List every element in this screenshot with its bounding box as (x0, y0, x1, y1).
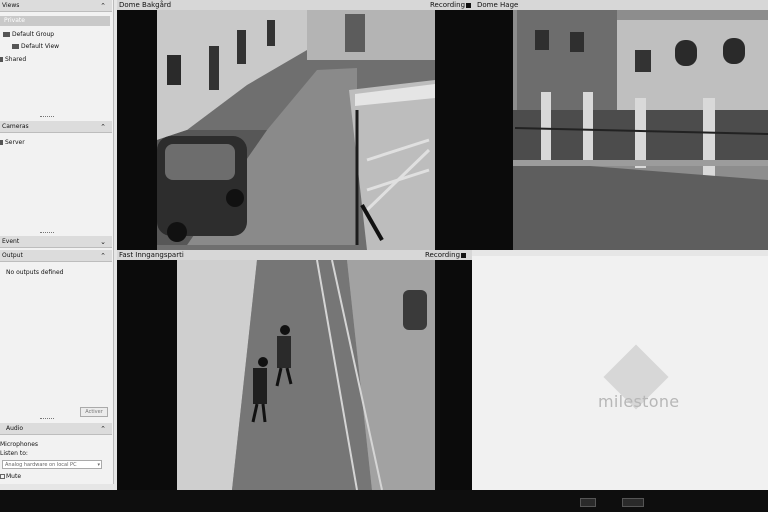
cameras-section-header[interactable]: Cameras ⌃ (0, 121, 112, 133)
tree-item-shared[interactable]: Shared (0, 55, 26, 65)
milestone-logo-text: milestone (598, 392, 680, 411)
tree-item-label: Default Group (12, 31, 55, 38)
event-header-label: Event (2, 238, 20, 245)
chevron-up-icon[interactable]: ⌃ (100, 250, 106, 262)
output-header-label: Output (2, 252, 23, 259)
views-section-header[interactable]: Views ⌃ (0, 0, 112, 12)
monitor-button[interactable] (580, 498, 596, 507)
surveillance-client-window: Views ⌃ Private Default Group Default Vi… (0, 0, 768, 490)
camera-title-bar: Dome Hage (475, 0, 768, 10)
view-icon (12, 44, 19, 49)
camera-pane-fast-inngangsparti[interactable]: Fast Inngangsparti Recording (117, 250, 472, 490)
camera-title-bar: Dome Bakgård (117, 0, 475, 10)
camera-title: Dome Bakgård (119, 1, 172, 9)
monitor-button[interactable] (622, 498, 644, 507)
event-section-header[interactable]: Event ⌄ (0, 236, 112, 248)
activate-button[interactable]: Activer (80, 407, 108, 417)
camera-feed-entrance (117, 260, 472, 490)
camera-feed-garden (475, 10, 768, 250)
tree-item-label: Private (4, 17, 25, 24)
camera-pane-dome-hage[interactable]: Dome Hage (475, 0, 768, 250)
tree-item-label: Shared (5, 56, 27, 63)
outputs-empty-text: No outputs defined (6, 269, 64, 276)
cameras-header-label: Cameras (2, 123, 29, 130)
mute-label: Mute (6, 473, 22, 480)
listen-to-value: Analog hardware on local PC (5, 462, 77, 468)
tree-item-server[interactable]: Server (0, 138, 25, 148)
folder-icon (0, 57, 3, 62)
listen-to-select[interactable]: Analog hardware on local PC ▾ (2, 460, 102, 469)
left-sidebar: Views ⌃ Private Default Group Default Vi… (0, 0, 114, 484)
resize-grip[interactable] (40, 232, 54, 234)
checkbox-icon (0, 474, 5, 479)
tree-item-label: Default View (21, 43, 60, 50)
server-icon (0, 140, 3, 145)
chevron-down-icon: ▾ (97, 462, 100, 468)
chevron-up-icon[interactable]: ⌃ (100, 423, 106, 435)
chevron-down-icon[interactable]: ⌄ (100, 236, 106, 248)
output-section-header[interactable]: Output ⌃ (0, 250, 112, 262)
recording-indicator-icon (466, 2, 472, 8)
camera-feed-courtyard (117, 10, 475, 250)
recording-label: Recording (425, 251, 461, 259)
listen-to-label: Listen to: (0, 450, 28, 457)
audio-section-header[interactable]: Audio ⌃ (0, 423, 112, 435)
chevron-up-icon[interactable]: ⌃ (100, 0, 106, 12)
recording-status: Recording (430, 0, 475, 18)
chevron-up-icon[interactable]: ⌃ (100, 121, 106, 133)
tree-item-label: Server (5, 139, 25, 146)
folder-icon (3, 32, 10, 37)
camera-title: Dome Hage (477, 1, 519, 9)
camera-pane-dome-bakgard[interactable]: Dome Bakgård Recording (117, 0, 475, 250)
camera-title: Fast Inngangsparti (119, 251, 184, 259)
resize-grip[interactable] (40, 116, 54, 118)
camera-title-bar: Fast Inngangsparti (117, 250, 472, 260)
mute-checkbox[interactable]: Mute (0, 472, 21, 482)
recording-label: Recording (430, 1, 466, 9)
tree-item-default-view[interactable]: Default View (12, 42, 59, 52)
resize-grip[interactable] (40, 418, 54, 420)
monitor-bezel (0, 490, 768, 512)
tree-item-default-group[interactable]: Default Group (3, 30, 54, 40)
views-header-label: Views (2, 2, 20, 9)
recording-status: Recording (425, 250, 467, 260)
tree-item-private[interactable]: Private (0, 16, 110, 26)
recording-indicator-icon (461, 252, 467, 258)
audio-header-label: Audio (6, 425, 24, 432)
